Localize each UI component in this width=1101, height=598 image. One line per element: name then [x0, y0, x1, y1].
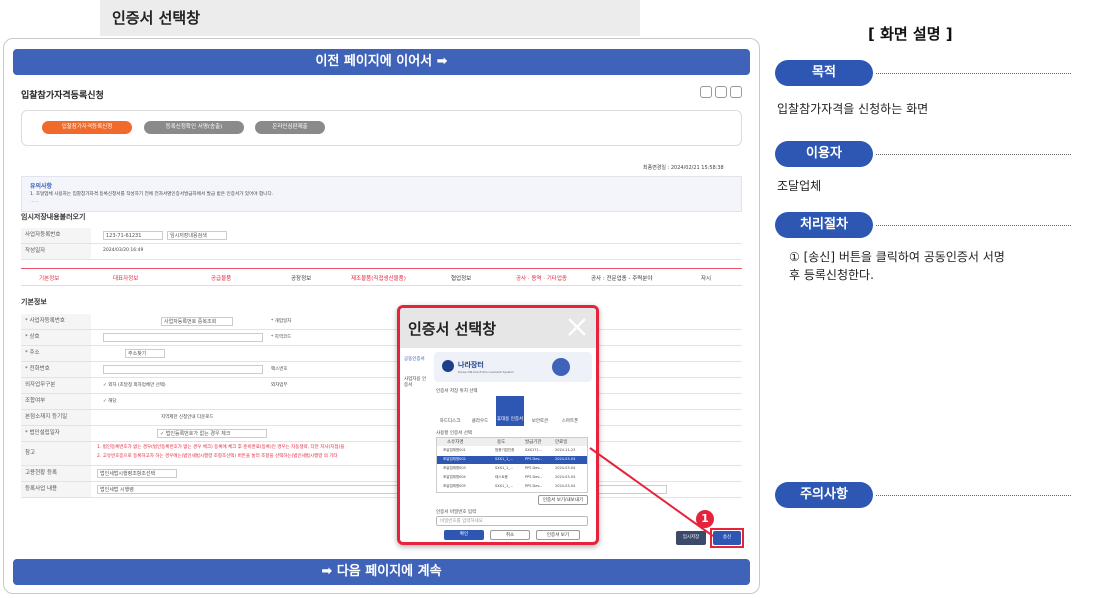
divider [876, 495, 1071, 496]
pointer-line [589, 447, 714, 537]
step-marker: 1 [696, 510, 714, 528]
procedure-pill: 처리절차 [775, 212, 873, 238]
close-icon[interactable] [700, 5, 726, 31]
next-page-bar: ➡ 다음 페이지에 계속 [13, 559, 750, 585]
prev-page-bar: 이전 페이지에 이어서 ➡ [13, 49, 750, 75]
caution-pill: 주의사항 [775, 482, 873, 508]
user-pill: 이용자 [775, 141, 873, 167]
procedure-text: ① [송신] 버튼을 클릭하여 공동인증서 서명 후 등록신청한다. [789, 250, 1005, 282]
purpose-pill: 목적 [775, 60, 873, 86]
purpose-text: 입찰참가자격을 신청하는 화면 [777, 102, 929, 116]
window-title: 인증서 선택창 [112, 9, 201, 27]
send-button-highlight [710, 528, 744, 548]
description-heading: [ 화면 설명 ] [868, 25, 953, 43]
divider [876, 154, 1071, 155]
screen-capture: 입찰참가자격등록신청 입찰참가자격등록신청 등록신청확인 서명(송출) 온라인심… [13, 78, 750, 554]
user-text: 조달업체 [777, 179, 822, 193]
divider [876, 225, 1071, 226]
window-titlebar: 인증서 선택창 [100, 0, 723, 36]
divider [876, 73, 1071, 74]
